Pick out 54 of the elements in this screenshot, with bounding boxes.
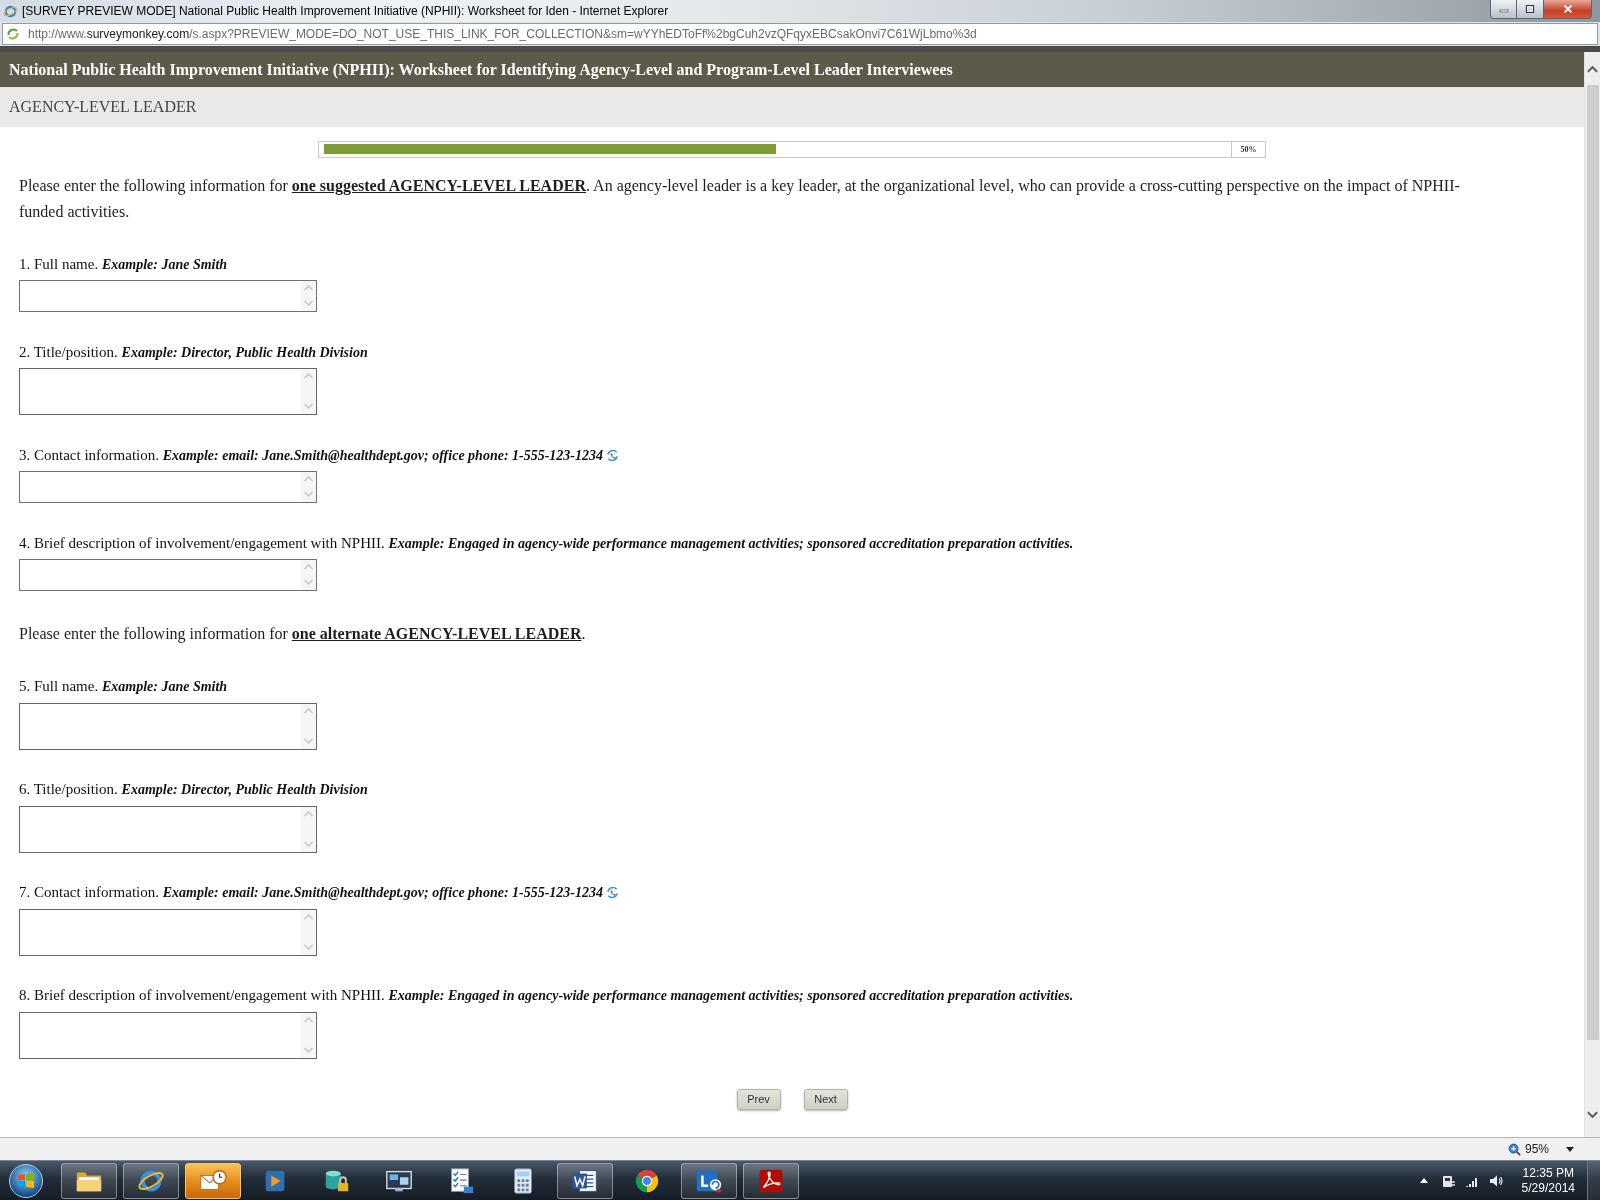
question-label: 5. Full name. Example: Jane Smith <box>19 678 228 696</box>
close-button[interactable] <box>1544 0 1592 19</box>
nav-button[interactable]: Next <box>803 1088 848 1110</box>
answer-box[interactable] <box>19 908 317 956</box>
question-label: 6. Title/position. Example: Director, Public Health Division <box>19 781 368 799</box>
ring-orbit-icon <box>3 3 18 19</box>
answer-box[interactable] <box>19 280 317 313</box>
scroll-arrows-icon <box>301 909 316 955</box>
answer-box[interactable] <box>19 1011 317 1059</box>
start-orb-icon[interactable] <box>8 1162 44 1199</box>
answer-box[interactable] <box>19 559 317 592</box>
progress-label: 50% <box>1239 144 1258 156</box>
scroll-arrows-icon <box>301 703 316 749</box>
zoom-in-icon[interactable] <box>1507 1142 1521 1156</box>
question-label: 7. Contact information. Example: email: Jane.Smith@healthdept.gov; office phone: 1-555-123-1234 <box>19 884 604 902</box>
survey-title: National Public Health Improvement Initiative (NPHII): Worksheet for Identifying Agency-Level and Program-Level Leader Interviewees <box>9 60 953 79</box>
zoom-level[interactable]: 95% <box>1524 1142 1549 1156</box>
nav-button[interactable]: Prev <box>736 1088 781 1110</box>
caret-down-icon[interactable] <box>1566 1146 1574 1152</box>
minimize-button[interactable] <box>1490 0 1517 19</box>
instruction-text: Please enter the following information for one alternate AGENCY-LEVEL LEADER. <box>19 624 587 645</box>
clock-date[interactable]: 5/29/2014 <box>1521 1180 1575 1196</box>
phone-call-icon[interactable] <box>606 886 620 900</box>
answer-box[interactable] <box>19 702 317 750</box>
phone-call-icon[interactable] <box>606 448 620 462</box>
chevron-down-icon[interactable] <box>1587 1111 1598 1119</box>
answer-box[interactable] <box>19 805 317 853</box>
scroll-arrows-icon <box>301 560 316 591</box>
scroll-arrows-icon <box>301 806 316 852</box>
maximize-button[interactable] <box>1517 0 1544 19</box>
scrollbar-thumb[interactable] <box>1586 85 1599 1040</box>
question-label: 4. Brief description of involvement/engagement with NPHII. Example: Engaged in agency-wide performance management activities; sponsored accreditation preparation activities. <box>19 534 1074 552</box>
answer-box[interactable] <box>19 368 317 416</box>
circular-arrows-icon <box>6 27 20 41</box>
answer-box[interactable] <box>19 471 317 504</box>
taskbar-button[interactable] <box>185 1162 241 1199</box>
window-title: [SURVEY PREVIEW MODE] National Public Health Improvement Initiative (NPHII): Worksheet for Iden - Internet Explorer <box>22 4 669 18</box>
question-label: 8. Brief description of involvement/engagement with NPHII. Example: Engaged in agency-wide performance management activities; sponsored accreditation preparation activities. <box>19 987 1074 1005</box>
show-desktop-button[interactable] <box>1587 1161 1600 1200</box>
scroll-arrows-icon <box>301 1012 316 1058</box>
clock-time[interactable]: 12:35 PM <box>1522 1165 1574 1181</box>
instruction-text: Please enter the following information for one suggested AGENCY-LEVEL LEADER. An agency-level leader is a key leader, at the organizational level, who can provide a cross-cutting perspective on the impact of NPHII-funded activities. <box>19 176 1461 222</box>
question-label: 1. Full name. Example: Jane Smith <box>19 255 228 273</box>
question-label: 2. Title/position. Example: Director, Public Health Division <box>19 343 368 361</box>
chevron-up-icon[interactable] <box>1587 65 1598 73</box>
scroll-arrows-icon <box>301 281 316 312</box>
close-icon <box>1562 5 1573 13</box>
caret-up-icon[interactable] <box>1419 1178 1428 1183</box>
address-field[interactable]: http://www.surveymonkey.com/s.aspx?PREVIEW_MODE=DO_NOT_USE_THIS_LINK_FOR_COLLECTION&sm=wYYhEDToFf%2bgCuh2vzQFqyxEBCsakOnvi7C61WjLbmo%3d <box>2 23 1598 45</box>
question-label: 3. Contact information. Example: email: Jane.Smith@healthdept.gov; office phone: 1-555-123-1234 <box>19 446 604 464</box>
scroll-arrows-icon <box>301 472 316 503</box>
maximize-icon <box>1525 5 1535 13</box>
section-title: AGENCY-LEVEL LEADER <box>9 98 197 116</box>
scroll-arrows-icon <box>301 369 316 415</box>
